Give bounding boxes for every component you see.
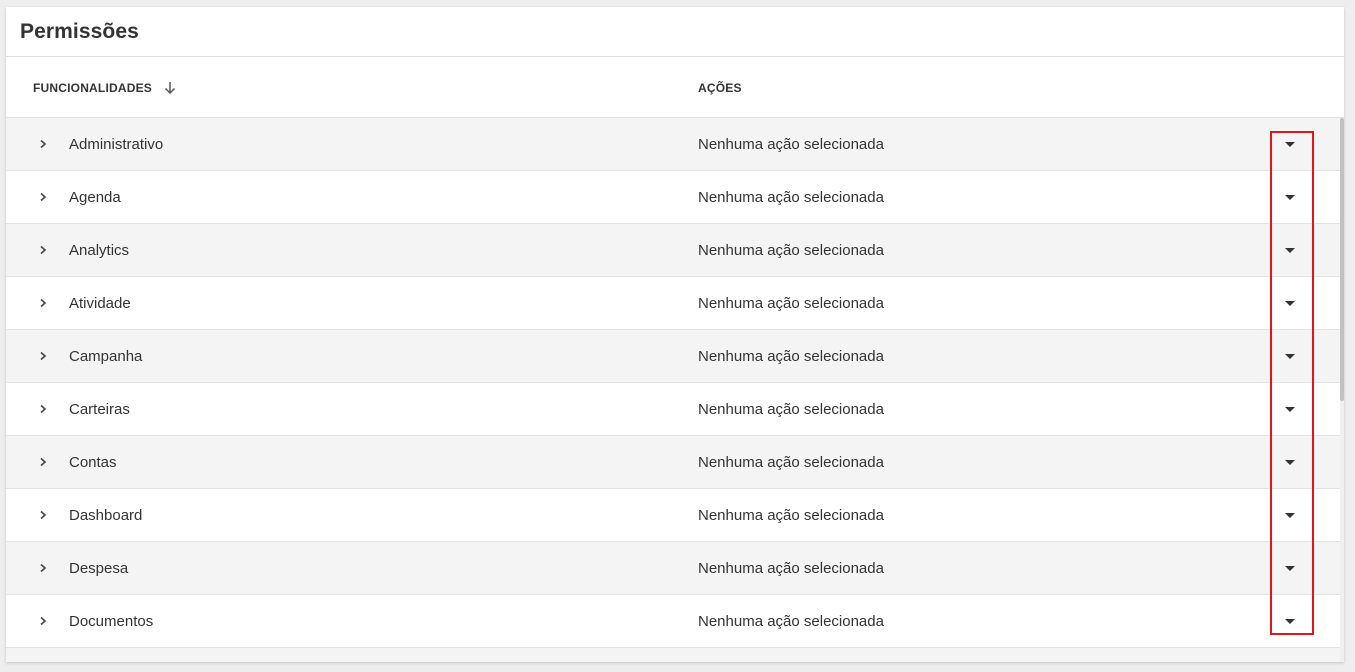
chevron-right-icon[interactable]: [34, 400, 52, 418]
chevron-right-icon[interactable]: [34, 188, 52, 206]
chevron-right-icon[interactable]: [34, 453, 52, 471]
action-value[interactable]: Nenhuma ação selecionada: [698, 224, 884, 277]
action-value[interactable]: Nenhuma ação selecionada: [698, 118, 884, 171]
arrow-down-icon[interactable]: [162, 80, 178, 96]
chevron-right-icon[interactable]: [34, 294, 52, 312]
column-header-funcionalidades[interactable]: FUNCIONALIDADES: [33, 58, 178, 118]
column-header-label: AÇÕES: [698, 81, 742, 95]
actions-dropdown-button[interactable]: [1278, 556, 1302, 580]
actions-dropdown-button[interactable]: [1278, 132, 1302, 156]
table-row: Campanha Nenhuma ação selecionada: [6, 330, 1340, 383]
action-value[interactable]: Nenhuma ação selecionada: [698, 436, 884, 489]
column-header-acoes: AÇÕES: [698, 58, 742, 118]
table-row-partial: [6, 648, 1340, 662]
table-row: Agenda Nenhuma ação selecionada: [6, 171, 1340, 224]
action-value[interactable]: Nenhuma ação selecionada: [698, 277, 884, 330]
caret-down-icon: [1285, 565, 1295, 571]
action-value[interactable]: Nenhuma ação selecionada: [698, 542, 884, 595]
chevron-right-icon[interactable]: [34, 347, 52, 365]
page-title: Permissões: [20, 19, 139, 43]
table-row: Carteiras Nenhuma ação selecionada: [6, 383, 1340, 436]
caret-down-icon: [1285, 406, 1295, 412]
caret-down-icon: [1285, 618, 1295, 624]
table-row: Analytics Nenhuma ação selecionada: [6, 224, 1340, 277]
functionality-name: Despesa: [69, 560, 129, 577]
table-row: Contas Nenhuma ação selecionada: [6, 436, 1340, 489]
vertical-scrollbar[interactable]: [1340, 118, 1344, 662]
card-header: Permissões: [6, 7, 1344, 57]
functionality-name: Contas: [69, 454, 117, 471]
caret-down-icon: [1285, 353, 1295, 359]
action-value[interactable]: Nenhuma ação selecionada: [698, 171, 884, 224]
functionality-name: Atividade: [69, 295, 131, 312]
actions-dropdown-button[interactable]: [1278, 238, 1302, 262]
table-row: Atividade Nenhuma ação selecionada: [6, 277, 1340, 330]
scrollbar-thumb[interactable]: [1340, 118, 1344, 401]
actions-dropdown-button[interactable]: [1278, 344, 1302, 368]
actions-dropdown-button[interactable]: [1278, 397, 1302, 421]
caret-down-icon: [1285, 300, 1295, 306]
permissions-card: Permissões FUNCIONALIDADES AÇÕES Adminis…: [6, 7, 1344, 662]
chevron-right-icon[interactable]: [34, 612, 52, 630]
functionality-name: Documentos: [69, 613, 154, 630]
table-header: FUNCIONALIDADES AÇÕES: [6, 58, 1344, 118]
functionality-name: Campanha: [69, 348, 143, 365]
table-row: Despesa Nenhuma ação selecionada: [6, 542, 1340, 595]
actions-dropdown-button[interactable]: [1278, 503, 1302, 527]
column-header-label: FUNCIONALIDADES: [33, 81, 152, 95]
functionality-name: Carteiras: [69, 401, 130, 418]
chevron-right-icon[interactable]: [34, 135, 52, 153]
caret-down-icon: [1285, 247, 1295, 253]
actions-dropdown-button[interactable]: [1278, 291, 1302, 315]
table-row: Administrativo Nenhuma ação selecionada: [6, 118, 1340, 171]
table-row: Dashboard Nenhuma ação selecionada: [6, 489, 1340, 542]
table-row: Documentos Nenhuma ação selecionada: [6, 595, 1340, 648]
actions-dropdown-button[interactable]: [1278, 185, 1302, 209]
functionality-name: Analytics: [69, 242, 130, 259]
action-value[interactable]: Nenhuma ação selecionada: [698, 489, 884, 542]
action-value[interactable]: Nenhuma ação selecionada: [698, 330, 884, 383]
chevron-right-icon[interactable]: [34, 506, 52, 524]
caret-down-icon: [1285, 194, 1295, 200]
functionality-name: Dashboard: [69, 507, 143, 524]
action-value[interactable]: Nenhuma ação selecionada: [698, 383, 884, 436]
chevron-right-icon[interactable]: [34, 241, 52, 259]
caret-down-icon: [1285, 141, 1295, 147]
caret-down-icon: [1285, 512, 1295, 518]
chevron-right-icon[interactable]: [34, 559, 52, 577]
permissions-table-body: Administrativo Nenhuma ação selecionada …: [6, 118, 1340, 662]
action-value[interactable]: Nenhuma ação selecionada: [698, 595, 884, 648]
functionality-name: Administrativo: [69, 136, 164, 153]
actions-dropdown-button[interactable]: [1278, 450, 1302, 474]
caret-down-icon: [1285, 459, 1295, 465]
actions-dropdown-button[interactable]: [1278, 609, 1302, 633]
functionality-name: Agenda: [69, 189, 121, 206]
